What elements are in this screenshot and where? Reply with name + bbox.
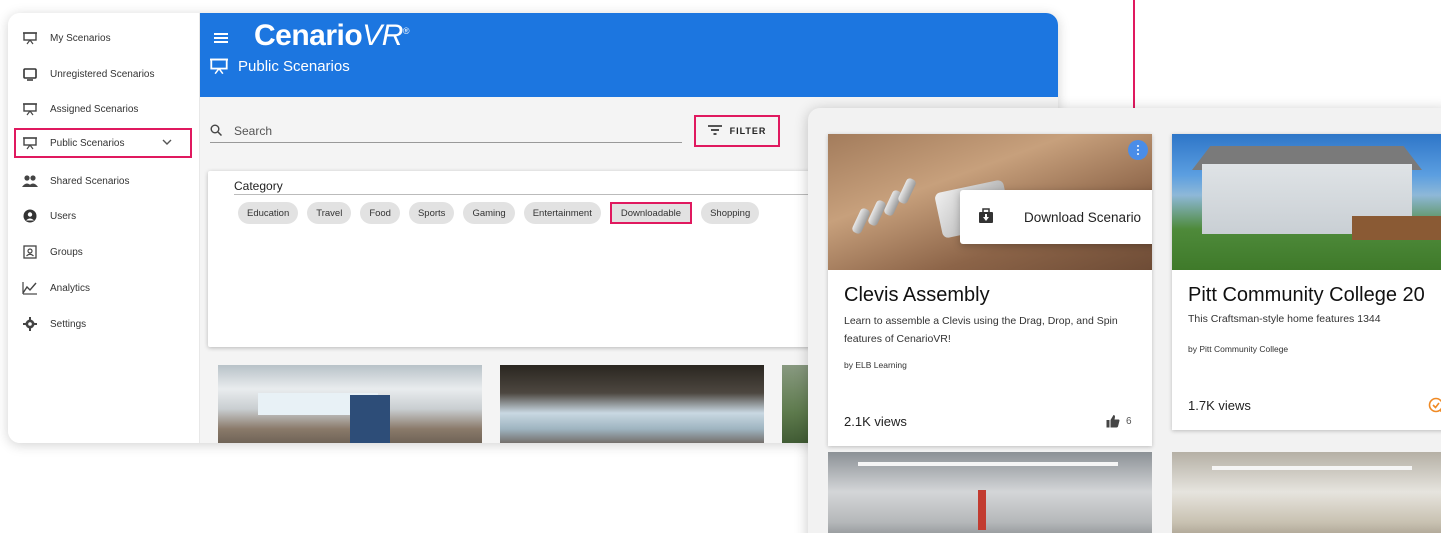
image-detail xyxy=(858,462,1118,466)
scenario-views: 2.1K views xyxy=(844,414,907,429)
people-icon xyxy=(22,173,38,189)
scenario-description: Learn to assemble a Clevis using the Dra… xyxy=(844,315,1118,345)
sidebar-item-users[interactable]: Users xyxy=(8,201,200,231)
search-placeholder: Search xyxy=(234,123,273,138)
image-detail xyxy=(1212,466,1412,470)
more-options-icon[interactable] xyxy=(1128,140,1148,160)
presentation-board-icon xyxy=(22,101,38,117)
category-chips: Education Travel Food Sports Gaming Ente… xyxy=(238,202,760,224)
filter-icon xyxy=(707,125,722,137)
sidebar-item-public-scenarios[interactable]: Public Scenarios xyxy=(14,128,192,158)
chip-sports[interactable]: Sports xyxy=(408,202,455,224)
gear-icon xyxy=(22,316,38,332)
download-scenario-menu-item[interactable]: Download Scenario xyxy=(960,190,1152,244)
scenario-author: by ELB Learning xyxy=(844,360,907,370)
image-detail xyxy=(1352,216,1441,240)
hamburger-menu-icon[interactable] xyxy=(214,33,228,43)
chevron-down-icon[interactable] xyxy=(162,138,176,149)
sidebar-item-label: Shared Scenarios xyxy=(50,175,130,187)
cenariovr-logo: CenarioVR® xyxy=(254,19,410,52)
group-box-icon xyxy=(22,244,38,260)
sidebar-item-label: Groups xyxy=(50,246,83,258)
thumbnail-detail xyxy=(350,395,390,443)
sidebar-item-settings[interactable]: Settings xyxy=(8,309,200,339)
like-count[interactable]: 6 xyxy=(1106,414,1132,428)
scenario-card[interactable]: Pitt Community College 20 This Craftsman… xyxy=(1172,134,1441,430)
add-to-assigned-icon[interactable] xyxy=(1428,396,1441,414)
sidebar-item-shared-scenarios[interactable]: Shared Scenarios xyxy=(8,166,200,196)
category-title: Category xyxy=(234,179,283,193)
category-filter-panel: Category Education Travel Food Sports Ga… xyxy=(208,171,848,347)
chip-shopping[interactable]: Shopping xyxy=(701,202,760,224)
sidebar-item-label: Analytics xyxy=(50,282,91,294)
sidebar-item-label: Unregistered Scenarios xyxy=(50,68,155,80)
page-title: Public Scenarios xyxy=(210,57,350,75)
sidebar-item-assigned-scenarios[interactable]: Assigned Scenarios xyxy=(8,94,200,124)
sidebar-item-groups[interactable]: Groups xyxy=(8,237,200,267)
search-icon xyxy=(210,124,224,138)
presentation-board-icon xyxy=(22,30,38,46)
app-header: CenarioVR® Public Scenarios xyxy=(200,13,1058,97)
search-input[interactable]: Search xyxy=(210,119,682,143)
scenario-card-image xyxy=(1172,134,1441,270)
chip-downloadable[interactable]: Downloadable xyxy=(609,202,693,224)
presentation-board-icon xyxy=(210,57,228,75)
scenario-views: 1.7K views xyxy=(1188,398,1251,413)
scenario-title: Clevis Assembly xyxy=(844,284,990,306)
presentation-board-icon xyxy=(22,135,38,151)
zoom-callout-panel: Download Scenario Clevis Assembly Learn … xyxy=(808,108,1441,533)
image-detail xyxy=(978,490,986,530)
sidebar-item-label: Users xyxy=(50,210,77,222)
scenario-thumbnail[interactable] xyxy=(828,452,1152,533)
filter-button[interactable]: FILTER xyxy=(694,115,780,147)
tv-icon xyxy=(22,66,38,82)
filter-label: FILTER xyxy=(729,126,767,136)
sidebar-item-label: Public Scenarios xyxy=(50,137,125,149)
chip-gaming[interactable]: Gaming xyxy=(463,202,515,224)
scenario-thumbnail[interactable] xyxy=(1172,452,1441,533)
chip-travel[interactable]: Travel xyxy=(307,202,352,224)
user-circle-icon xyxy=(22,208,38,224)
chart-line-icon xyxy=(22,280,38,296)
menu-item-label: Download Scenario xyxy=(1024,209,1142,225)
sidebar-item-my-scenarios[interactable]: My Scenarios xyxy=(8,23,200,53)
chip-entertainment[interactable]: Entertainment xyxy=(523,202,601,224)
chip-education[interactable]: Education xyxy=(238,202,299,224)
like-count-value: 6 xyxy=(1126,415,1132,427)
download-box-icon xyxy=(978,208,996,226)
sidebar-item-analytics[interactable]: Analytics xyxy=(8,273,200,303)
sidebar-item-label: Settings xyxy=(50,318,87,330)
divider xyxy=(234,194,848,195)
sidebar-item-label: My Scenarios xyxy=(50,32,111,44)
sidebar-item-unregistered-scenarios[interactable]: Unregistered Scenarios xyxy=(8,59,200,89)
sidebar: My Scenarios Unregistered Scenarios Assi… xyxy=(8,13,200,443)
sidebar-item-label: Assigned Scenarios xyxy=(50,103,139,115)
scenario-thumbnail[interactable] xyxy=(218,365,482,443)
thumbs-up-icon xyxy=(1106,414,1120,428)
scenario-card[interactable]: Download Scenario Clevis Assembly Learn … xyxy=(828,134,1152,446)
screenshot-root: My Scenarios Unregistered Scenarios Assi… xyxy=(0,0,1441,533)
scenario-thumbnail[interactable] xyxy=(500,365,764,443)
scenario-title: Pitt Community College 20 xyxy=(1188,284,1425,306)
scenario-description: This Craftsman-style home features 1344 xyxy=(1188,313,1381,325)
chip-food[interactable]: Food xyxy=(360,202,400,224)
scenario-author: by Pitt Community College xyxy=(1188,344,1289,354)
page-title-text: Public Scenarios xyxy=(238,57,350,75)
